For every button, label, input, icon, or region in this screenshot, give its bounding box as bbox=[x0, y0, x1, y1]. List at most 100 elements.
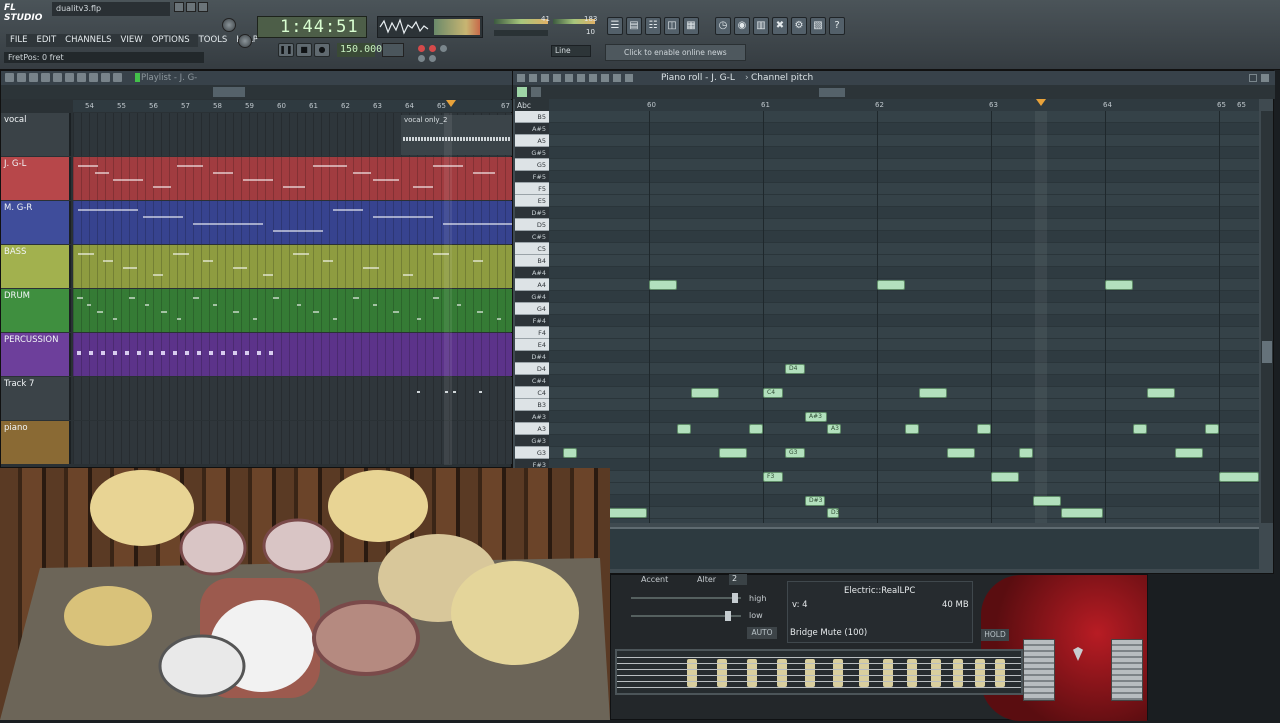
channel-rack-icon[interactable]: ☷ bbox=[645, 17, 661, 35]
browser-icon[interactable]: ▦ bbox=[683, 17, 699, 35]
menu-channels[interactable]: CHANNELS bbox=[61, 34, 115, 47]
piano-note[interactable] bbox=[605, 508, 647, 518]
guitar-string[interactable] bbox=[617, 675, 1021, 676]
piano-key[interactable]: B5 bbox=[515, 111, 549, 123]
master-pitch-knob[interactable] bbox=[238, 34, 252, 48]
menu-options[interactable]: OPTIONS bbox=[148, 34, 194, 47]
project-info-icon[interactable]: ▥ bbox=[753, 17, 769, 35]
auto-button[interactable]: AUTO bbox=[747, 627, 777, 639]
piano-note[interactable] bbox=[1219, 472, 1259, 482]
piano-key[interactable]: A3 bbox=[515, 423, 549, 435]
piano-note[interactable] bbox=[977, 424, 991, 434]
pl-slice-icon[interactable] bbox=[77, 73, 86, 82]
pl-scrollbar[interactable] bbox=[1, 85, 513, 99]
pl-scroll-thumb[interactable] bbox=[213, 87, 245, 97]
piano-key[interactable]: A#3 bbox=[515, 411, 549, 423]
piano-note[interactable]: D#3 bbox=[805, 496, 825, 506]
pr-select-icon[interactable] bbox=[601, 74, 609, 82]
hold-button[interactable]: HOLD bbox=[981, 629, 1009, 641]
menu-tools[interactable]: TOOLS bbox=[195, 34, 232, 47]
guitar-string[interactable] bbox=[617, 687, 1021, 688]
playlist-view-icon[interactable]: ☰ bbox=[607, 17, 623, 35]
piano-note[interactable] bbox=[649, 280, 677, 290]
piano-note[interactable] bbox=[749, 424, 763, 434]
record-button[interactable]: ● bbox=[314, 43, 330, 57]
note-grid[interactable]: C4 D4 A#3 A3 G3 F3 D#3 D3 bbox=[549, 111, 1259, 523]
piano-note[interactable] bbox=[719, 448, 747, 458]
playhead-marker[interactable] bbox=[446, 100, 456, 107]
piano-key[interactable]: C5 bbox=[515, 243, 549, 255]
piano-key[interactable]: D#4 bbox=[515, 351, 549, 363]
piano-note[interactable] bbox=[1147, 388, 1175, 398]
rec-indicator-4[interactable] bbox=[418, 55, 425, 62]
pr-slice-icon[interactable] bbox=[589, 74, 597, 82]
rec-indicator-3[interactable] bbox=[440, 45, 447, 52]
high-slider-track[interactable] bbox=[631, 597, 741, 599]
rec-indicator-2[interactable] bbox=[429, 45, 436, 52]
piano-roll-icon[interactable]: ▤ bbox=[626, 17, 642, 35]
track-header[interactable]: DRUM bbox=[1, 289, 71, 332]
pl-zoom-icon[interactable] bbox=[101, 73, 110, 82]
piano-key[interactable]: G#5 bbox=[515, 147, 549, 159]
menu-edit[interactable]: EDIT bbox=[33, 34, 61, 47]
piano-note[interactable] bbox=[1175, 448, 1203, 458]
audio-clip[interactable]: vocal only_2 bbox=[401, 115, 513, 155]
pr-scroll-thumb[interactable] bbox=[819, 88, 845, 97]
pr-tool-icon[interactable] bbox=[531, 87, 541, 97]
piano-key[interactable]: G5 bbox=[515, 159, 549, 171]
snap-select[interactable]: Line bbox=[551, 45, 591, 57]
playlist-ruler[interactable]: 54 55 56 57 58 59 60 61 62 63 64 65 67 bbox=[73, 100, 513, 112]
pr-maximize-button[interactable] bbox=[1249, 74, 1257, 82]
guitar-string[interactable] bbox=[617, 681, 1021, 682]
pl-draw-icon[interactable] bbox=[17, 73, 26, 82]
guitar-string[interactable] bbox=[617, 663, 1021, 664]
settings-icon[interactable]: ⚙ bbox=[791, 17, 807, 35]
pl-delete-icon[interactable] bbox=[41, 73, 50, 82]
piano-key[interactable]: A4 bbox=[515, 279, 549, 291]
piano-note[interactable]: D4 bbox=[785, 364, 805, 374]
piano-key[interactable]: D5 bbox=[515, 219, 549, 231]
stop-button[interactable]: ■ bbox=[296, 43, 312, 57]
piano-note[interactable] bbox=[691, 388, 719, 398]
piano-key[interactable]: C4 bbox=[515, 387, 549, 399]
track-header[interactable]: BASS bbox=[1, 245, 71, 288]
maximize-button[interactable] bbox=[186, 2, 196, 12]
master-volume-knob[interactable] bbox=[222, 18, 236, 32]
piano-key[interactable]: D#5 bbox=[515, 207, 549, 219]
low-slider-thumb[interactable] bbox=[725, 611, 731, 621]
track-header[interactable]: J. G-L bbox=[1, 157, 71, 200]
piano-key[interactable]: E4 bbox=[515, 339, 549, 351]
piano-note[interactable] bbox=[1019, 448, 1033, 458]
track-header[interactable]: Track 7 bbox=[1, 377, 71, 420]
piano-key[interactable]: A5 bbox=[515, 135, 549, 147]
fretboard[interactable] bbox=[615, 649, 1023, 695]
track-header[interactable]: PERCUSSION bbox=[1, 333, 71, 376]
event-editor-lane[interactable] bbox=[549, 527, 1259, 569]
pr-draw-icon[interactable] bbox=[541, 74, 549, 82]
tools-icon[interactable]: ✖ bbox=[772, 17, 788, 35]
pr-paint-icon[interactable] bbox=[553, 74, 561, 82]
print-icon[interactable]: ▧ bbox=[810, 17, 826, 35]
piano-note[interactable]: A3 bbox=[827, 424, 841, 434]
piano-note[interactable] bbox=[947, 448, 975, 458]
pl-mute-icon[interactable] bbox=[53, 73, 62, 82]
mixer-icon[interactable]: ◫ bbox=[664, 17, 680, 35]
piano-note[interactable] bbox=[905, 424, 919, 434]
alter-select[interactable]: 2 bbox=[729, 574, 747, 585]
high-slider-thumb[interactable] bbox=[732, 593, 738, 603]
piano-key[interactable]: B4 bbox=[515, 255, 549, 267]
piano-key[interactable]: F4 bbox=[515, 327, 549, 339]
piano-key[interactable]: A#5 bbox=[515, 123, 549, 135]
piano-note[interactable] bbox=[1133, 424, 1147, 434]
pr-mute-icon[interactable] bbox=[577, 74, 585, 82]
piano-note[interactable] bbox=[877, 280, 905, 290]
abc-toggle[interactable]: Abc bbox=[515, 99, 549, 111]
piano-roll-target[interactable]: Channel pitch bbox=[751, 73, 813, 83]
piano-key[interactable]: F#4 bbox=[515, 315, 549, 327]
piano-note[interactable] bbox=[1033, 496, 1061, 506]
piano-key[interactable]: G3 bbox=[515, 447, 549, 459]
pr-vscrollbar[interactable] bbox=[1261, 111, 1273, 523]
tempo-icon[interactable]: ◷ bbox=[715, 17, 731, 35]
piano-key[interactable]: C#5 bbox=[515, 231, 549, 243]
piano-key[interactable]: G4 bbox=[515, 303, 549, 315]
